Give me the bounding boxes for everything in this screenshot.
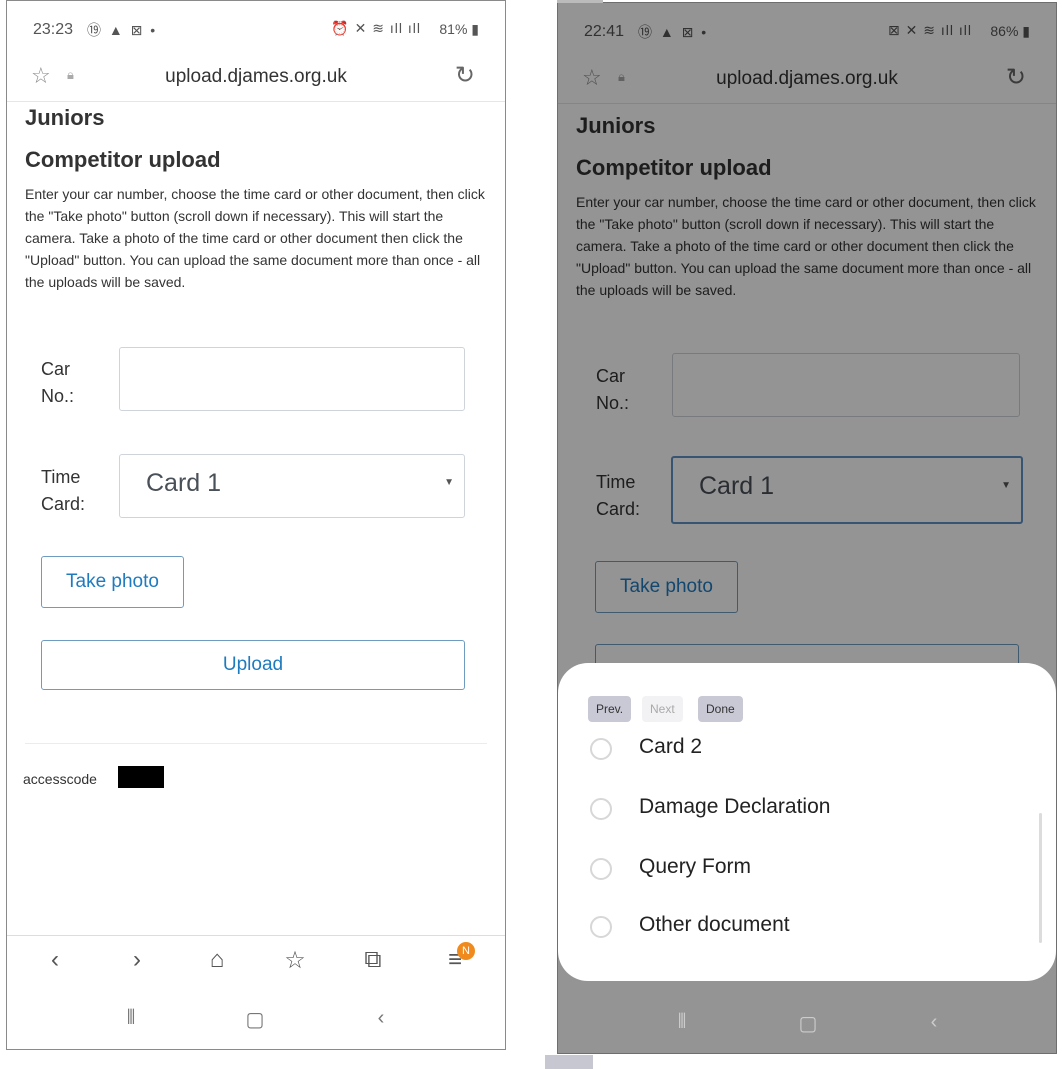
page-content: Juniors Competitor upload Enter your car… <box>25 105 487 293</box>
divider <box>25 743 487 744</box>
scroll-indicator <box>1039 813 1042 943</box>
car-number-input[interactable] <box>119 347 465 411</box>
home-icon[interactable]: ⌂ <box>197 946 237 974</box>
reload-icon[interactable]: ↻ <box>455 61 475 90</box>
home-button-icon[interactable]: ▢ <box>235 1007 275 1032</box>
phone-screenshot-left: 23:23 ⑲ ▲ ⊠ • ⏰ ✕ ≋ ıll ıll 81% ▮ ☆ 🔒︎ u… <box>6 0 506 1050</box>
radio-icon <box>590 738 612 760</box>
system-nav-bar: ⦀ ▢ ‹ <box>558 997 1056 1053</box>
car-number-label: Car No.: <box>41 359 75 406</box>
browser-bottom-nav: ‹ › ⌂ ☆ ⧉ ≡ N <box>7 935 505 994</box>
chevron-down-icon: ▼ <box>444 477 454 488</box>
phone-screenshot-right: 22:41 ⑲ ▲ ⊠ • ⊠ ✕ ≋ ıll ıll 86% ▮ ☆ 🔒︎ u… <box>557 2 1057 1054</box>
radio-icon <box>590 858 612 880</box>
done-button[interactable]: Done <box>698 696 743 722</box>
take-photo-button[interactable]: Take photo <box>41 556 184 608</box>
option-label: Damage Declaration <box>639 795 831 818</box>
option-label: Card 2 <box>639 735 703 758</box>
instructions-text: Enter your car number, choose the time c… <box>25 186 485 290</box>
notification-icons: ⑲ ▲ ⊠ • <box>87 22 158 38</box>
time-card-select[interactable]: Card 1 ▼ <box>119 454 465 518</box>
notification-badge: N <box>457 942 475 960</box>
forward-icon[interactable]: › <box>117 946 157 974</box>
select-picker-sheet: Prev. Next Done Card 2 Damage Declaratio… <box>558 663 1056 981</box>
back-button-icon[interactable]: ‹ <box>361 1007 401 1030</box>
back-button-icon[interactable]: ‹ <box>914 1011 954 1034</box>
decorative-edge <box>557 0 603 3</box>
system-nav-bar: ⦀ ▢ ‹ <box>7 993 505 1049</box>
battery-level: 81% ▮ <box>439 21 479 37</box>
tabs-icon[interactable]: ⧉ <box>353 946 393 974</box>
radio-icon <box>590 798 612 820</box>
url-text[interactable]: upload.djames.org.uk <box>7 66 505 88</box>
option-other-document[interactable]: Other document <box>558 907 1056 947</box>
signal-icons: ⏰ ✕ ≋ ıll ıll <box>331 20 421 36</box>
prev-button[interactable]: Prev. <box>588 696 632 722</box>
recents-icon[interactable]: ⦀ <box>662 1011 702 1034</box>
status-time: 23:23 <box>33 21 74 38</box>
page-heading-juniors: Juniors <box>25 105 105 130</box>
redacted-access-code <box>118 766 164 788</box>
time-card-selected-value: Card 1 <box>146 469 222 497</box>
option-query-form[interactable]: Query Form <box>558 849 1056 889</box>
status-bar: 23:23 ⑲ ▲ ⊠ • ⏰ ✕ ≋ ıll ıll 81% ▮ <box>7 1 505 57</box>
option-card-2[interactable]: Card 2 <box>558 729 1056 769</box>
bookmarks-icon[interactable]: ☆ <box>275 946 315 975</box>
time-card-label: Time Card: <box>41 467 86 514</box>
option-label: Other document <box>639 913 790 936</box>
access-code-label: accesscode <box>23 771 97 787</box>
recents-icon[interactable]: ⦀ <box>111 1007 151 1030</box>
option-damage-declaration[interactable]: Damage Declaration <box>558 789 1056 829</box>
upload-button[interactable]: Upload <box>41 640 465 690</box>
home-button-icon[interactable]: ▢ <box>788 1011 828 1036</box>
back-icon[interactable]: ‹ <box>35 946 75 974</box>
radio-icon <box>590 916 612 938</box>
page-heading-competitor-upload: Competitor upload <box>25 147 221 172</box>
browser-url-bar[interactable]: ☆ 🔒︎ upload.djames.org.uk ↻ <box>7 57 505 102</box>
next-button: Next <box>642 696 683 722</box>
decorative-edge <box>545 1055 593 1069</box>
option-label: Query Form <box>639 855 752 878</box>
